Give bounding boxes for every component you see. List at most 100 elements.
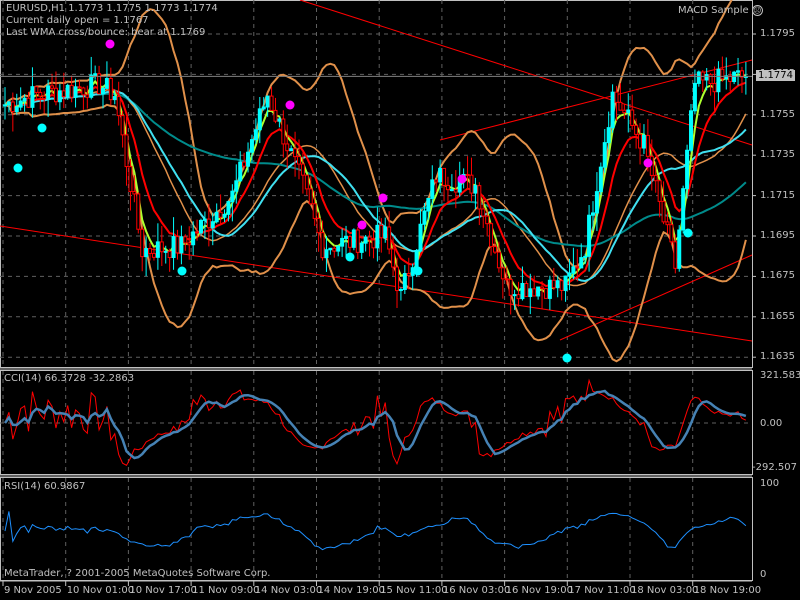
candle-body [536, 286, 541, 297]
candle-body [449, 189, 454, 192]
rsi-max: 100 [760, 478, 780, 489]
time-tick-label: 16 Nov 03:00 [442, 585, 511, 596]
candle-body [85, 94, 90, 98]
candle-body [14, 106, 19, 112]
buy-signal-dot [13, 163, 23, 173]
candle-body [371, 239, 376, 249]
candle-body [520, 282, 525, 300]
current-price-badge: 1.1774 [756, 70, 795, 82]
buy-signal-dot [177, 266, 187, 276]
candle-body [159, 241, 164, 253]
trend-line [299, 0, 753, 146]
candle-body [304, 174, 309, 190]
candle-body [720, 68, 725, 80]
price-tick-label: 1.1755 [760, 108, 795, 120]
candle-body [265, 95, 270, 108]
candle-body [132, 190, 137, 195]
candle-body [34, 86, 39, 93]
candle-body [347, 236, 352, 248]
candle-body [128, 166, 133, 192]
price-tick-label: 1.1635 [760, 351, 795, 363]
rsi-min: 0 [760, 569, 767, 580]
candle-body [218, 211, 223, 218]
time-tick-label: 14 Nov 03:00 [254, 585, 323, 596]
price-tick-label: 1.1695 [760, 230, 795, 241]
candle-body [402, 273, 407, 290]
sell-signal-dot [378, 193, 388, 203]
candle-body [351, 229, 356, 248]
candle-body [489, 223, 494, 248]
cci-label: CCI(14) 66.3728 -32.2863 [4, 373, 135, 384]
time-tick-label: 9 Nov 2005 [4, 585, 62, 596]
candle-body [555, 280, 560, 289]
time-tick-label: 10 Nov 01:00 [66, 585, 135, 596]
candle-body [445, 184, 450, 191]
candle-body [175, 236, 180, 254]
time-tick-label: 18 Nov 19:00 [693, 585, 762, 596]
candle-body [579, 257, 584, 269]
candle-body [10, 101, 15, 112]
candle-body [124, 134, 129, 168]
expert-name: MACD Sample [678, 5, 749, 16]
sell-signal-dot [357, 220, 367, 230]
candle-body [598, 166, 603, 193]
candle-body [387, 226, 392, 250]
candle-body [195, 231, 200, 234]
candle-body [81, 87, 86, 96]
buy-signal-dot [345, 252, 355, 262]
candle-body [104, 78, 109, 89]
candle-body [144, 248, 149, 258]
candle-body [383, 226, 388, 239]
candle-body [108, 78, 113, 101]
candle-body [42, 95, 47, 100]
candle-body [26, 97, 31, 108]
rsi-label: RSI(14) 60.9867 [4, 481, 86, 492]
candle-body [281, 118, 286, 145]
candle-body [136, 193, 141, 230]
candle-body [73, 86, 78, 98]
candle-body [532, 288, 537, 297]
candle-body [210, 221, 215, 229]
candle-body [524, 282, 529, 298]
candle-body [379, 224, 384, 239]
candle-body [493, 246, 497, 253]
candle-body [442, 167, 447, 186]
time-tick-label: 18 Nov 03:00 [631, 585, 699, 596]
time-tick-label: 14 Nov 19:00 [317, 585, 385, 596]
candle-body [473, 185, 478, 194]
candle-body [332, 247, 337, 252]
symbol-ohlc-label: EURUSD,H1 1.1773 1.1775 1.1773 1.1774 [6, 3, 218, 14]
candle-body [481, 208, 486, 217]
time-tick-label: 10 Nov 17:00 [129, 585, 197, 596]
candle-body [336, 245, 341, 252]
candle-body [543, 288, 548, 299]
candle-body [685, 149, 690, 190]
rsi-pane-border [0, 477, 753, 581]
candle-body [657, 180, 662, 202]
candle-body [277, 118, 282, 122]
candle-body [249, 139, 254, 153]
buy-signal-dot [37, 123, 47, 133]
candle-body [575, 266, 580, 269]
buy-signal-dot [683, 228, 693, 238]
candle-body [516, 294, 521, 300]
candle-body [422, 210, 427, 225]
candle-body [61, 90, 66, 98]
candle-body [308, 188, 313, 205]
candle-body [692, 82, 697, 112]
candle-body [669, 224, 674, 243]
daily-open-label: Current daily open = 1.1767 [6, 15, 149, 26]
cci-signal-line [3, 389, 747, 460]
candle-body [606, 127, 611, 144]
candle-body [242, 161, 247, 167]
candle-body [500, 267, 505, 280]
expert-advisor-label[interactable]: MACD Sample ☹ [678, 5, 763, 17]
candle-body [116, 96, 121, 117]
candle-body [453, 189, 458, 193]
candle-body [712, 82, 717, 93]
candle-body [50, 85, 55, 89]
candle-body [320, 232, 325, 259]
chart-canvas[interactable] [0, 0, 800, 600]
candle-body [101, 87, 105, 95]
time-tick-label: 16 Nov 19:00 [505, 585, 574, 596]
